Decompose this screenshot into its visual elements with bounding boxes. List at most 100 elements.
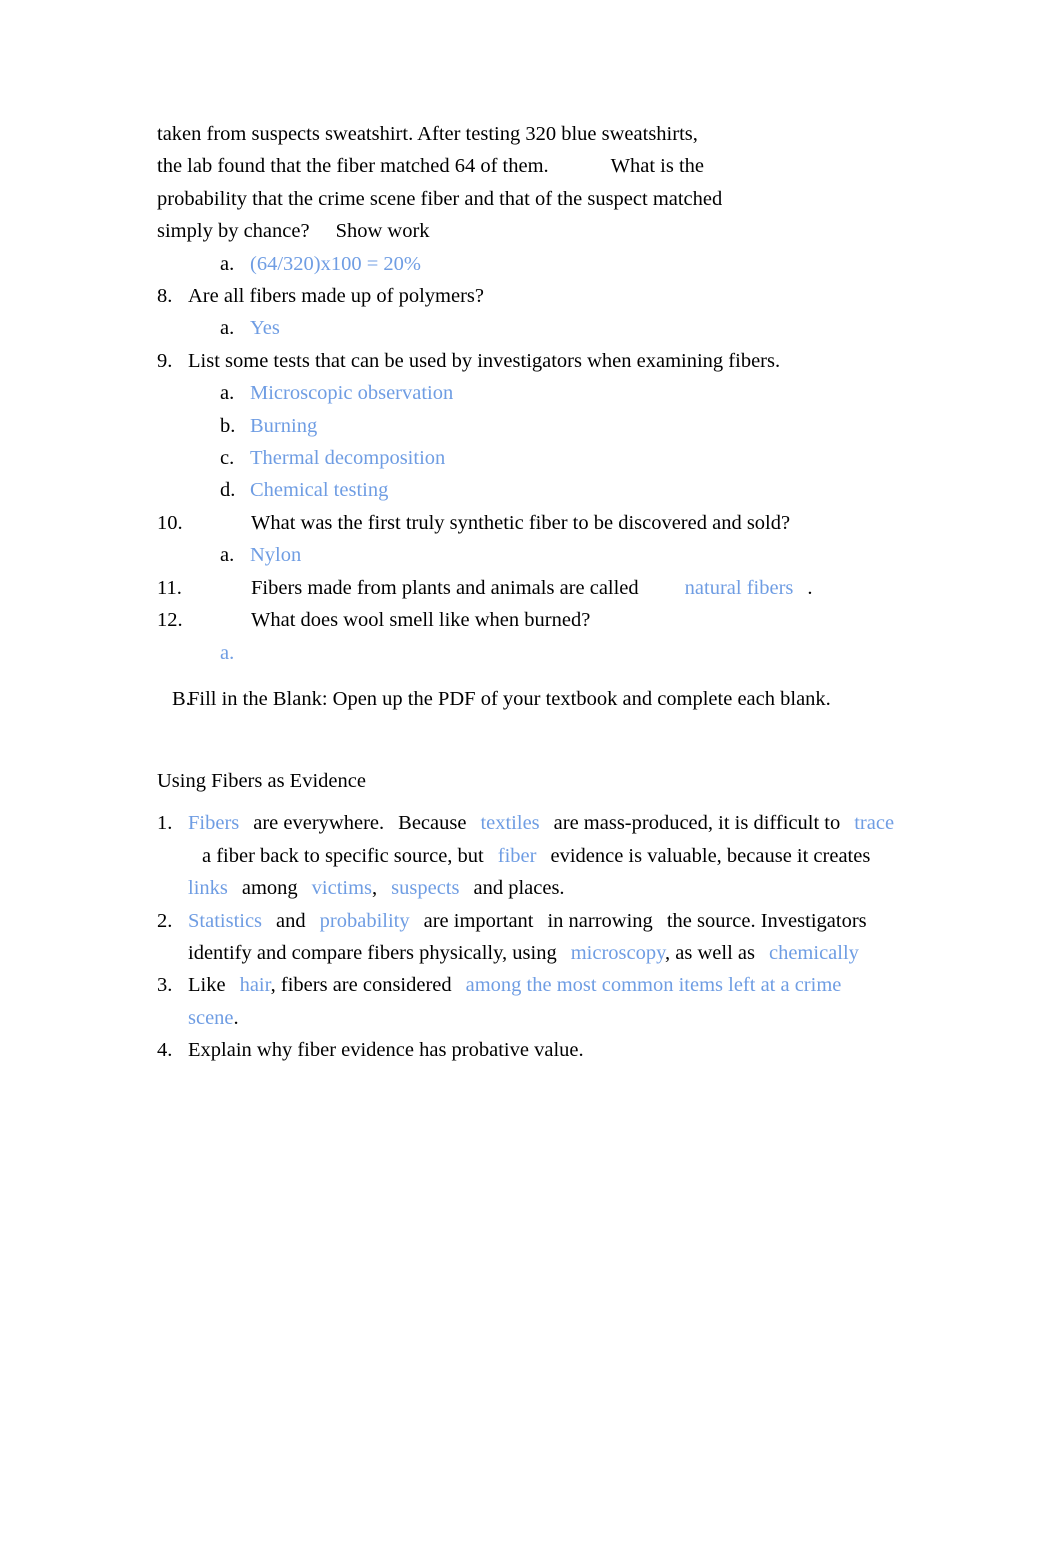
question-7-continuation: taken from suspects sweatshirt. After te…: [157, 118, 897, 248]
item-number: 4.: [157, 1039, 173, 1062]
fill-in-blank-list: 1. Fibers are everywhere. Because textile…: [157, 807, 897, 1066]
blank-answer: textiles: [480, 812, 540, 835]
blank-answer: suspects: [391, 877, 460, 900]
word-gap: [459, 872, 473, 904]
word-gap: [870, 840, 884, 872]
answer-item: a. Nylon: [157, 539, 897, 571]
sentence-text: among: [241, 877, 298, 900]
word-gap: [557, 937, 571, 969]
section-b-instruction-text: Fill in the Blank: Open up the PDF of yo…: [188, 687, 831, 710]
word-gap: [306, 905, 320, 937]
blank-answer: fiber: [497, 844, 537, 867]
question-text: Are all fibers made up of polymers?: [188, 285, 485, 308]
section-b-instruction: B. Fill in the Blank: Open up the PDF of…: [157, 683, 897, 715]
q7-line-2b: What is the: [610, 155, 705, 178]
sentence-text: , as well as: [665, 941, 755, 964]
answer-item: b. Burning: [157, 410, 897, 442]
question-text: List some tests that can be used by inve…: [188, 349, 781, 372]
blank-answer: trace: [854, 812, 895, 835]
answer-marker: a.: [220, 382, 235, 405]
fill-in-blank-item: 4. Explain why fiber evidence has probati…: [157, 1034, 897, 1066]
word-gap: [653, 905, 667, 937]
answer-marker: a.: [220, 544, 235, 567]
blank-answer: natural fibers: [684, 576, 794, 599]
answer-item: d. Chemical testing: [157, 474, 897, 506]
answer-item: a. Yes: [157, 312, 897, 344]
q7-line-3: probability that the crime scene fiber a…: [157, 187, 723, 210]
answer-item: a. Microscopic observation: [157, 377, 897, 409]
word-gap: [410, 905, 424, 937]
question-text: Fibers made from plants and animals are …: [251, 576, 639, 599]
fill-in-blank-item: 3. Like hair, fibers are considered among…: [157, 969, 897, 1034]
word-gap: [384, 807, 398, 839]
word-gap: [484, 840, 498, 872]
answer-marker: b.: [220, 414, 236, 437]
answer-item: a. (64/320)x100 = 20%: [157, 248, 897, 280]
sentence-text: Because: [398, 812, 467, 835]
fill-in-blank-item: 1. Fibers are everywhere. Because textile…: [157, 807, 897, 904]
question-item: 10. What was the first truly synthetic fi…: [157, 507, 897, 539]
blank-answer: links: [188, 877, 228, 900]
blank-answer: chemically: [768, 941, 859, 964]
question-text: What was the first truly synthetic fiber…: [251, 511, 791, 534]
sentence-text: in narrowing: [547, 909, 653, 932]
question-item: 11. Fibers made from plants and animals a…: [157, 572, 897, 604]
word-gap: [755, 937, 769, 969]
word-gap: [533, 905, 547, 937]
answer-text: Chemical testing: [250, 479, 389, 502]
sentence-text: are everywhere.: [253, 812, 385, 835]
sentence-text: , fibers are considered: [270, 974, 452, 997]
answer-item: c. Thermal decomposition: [157, 442, 897, 474]
item-number: 2.: [157, 909, 173, 932]
answer-marker: a.: [220, 317, 235, 340]
question-number: 9.: [157, 349, 173, 372]
word-gap: [536, 840, 550, 872]
section-b-heading: Using Fibers as Evidence: [157, 769, 366, 792]
answer-marker: c.: [220, 447, 235, 470]
sentence-text: evidence is valuable, because it creates: [550, 844, 871, 867]
q7-line-4b: Show work: [335, 220, 430, 243]
answer-marker: a.: [220, 641, 235, 664]
sentence-text: a fiber back to specific source, but: [202, 844, 484, 867]
sentence-text: Explain why fiber evidence has probative…: [188, 1039, 584, 1062]
item-number: 3.: [157, 974, 173, 997]
question-text-end: .: [807, 576, 813, 599]
blank-answer: probability: [319, 909, 410, 932]
answer-text: Yes: [250, 317, 280, 340]
question-number: 8.: [157, 285, 173, 308]
word-gap: [466, 807, 480, 839]
document-page: taken from suspects sweatshirt. After te…: [0, 0, 1062, 1561]
blank-answer: Statistics: [188, 909, 263, 932]
word-gap: [226, 969, 240, 1001]
answer-text: Nylon: [250, 544, 302, 567]
word-gap: [262, 905, 276, 937]
sentence-text: are mass-produced, it is difficult to: [553, 812, 841, 835]
blank-answer: victims: [311, 877, 373, 900]
section-a-items: 8. Are all fibers made up of polymers? a. Y…: [157, 280, 897, 663]
question-number: 11.: [157, 576, 182, 599]
question-text: What does wool smell like when burned?: [251, 609, 591, 632]
fill-in-blank-item: 2. Statistics and probability are importa…: [157, 905, 897, 970]
answer-text: Burning: [250, 414, 318, 437]
sentence-text: and: [276, 909, 306, 932]
sentence-text: Like: [188, 974, 226, 997]
question-item: 8. Are all fibers made up of polymers?: [157, 280, 897, 312]
q7-line-1: taken from suspects sweatshirt. After te…: [157, 123, 698, 145]
answer-text: Thermal decomposition: [250, 447, 446, 470]
section-a-list: taken from suspects sweatshirt. After te…: [157, 118, 897, 664]
word-gap: [188, 840, 202, 872]
question-number: 12.: [157, 609, 183, 632]
answer-marker: a.: [220, 252, 235, 275]
blank-answer: Fibers: [188, 812, 240, 835]
sentence-text: are important: [423, 909, 534, 932]
sentence-text: .: [233, 1006, 239, 1029]
word-gap: [298, 872, 312, 904]
section-b-marker: B.: [172, 687, 191, 710]
question-number: 10.: [157, 511, 183, 534]
word-gap: [228, 872, 242, 904]
word-gap: [840, 807, 854, 839]
item-number: 1.: [157, 812, 173, 835]
question-item: 9. List some tests that can be used by in…: [157, 345, 897, 377]
q7-line-2a: the lab found that the fiber matched 64 …: [157, 155, 549, 178]
answer-marker: d.: [220, 479, 236, 502]
